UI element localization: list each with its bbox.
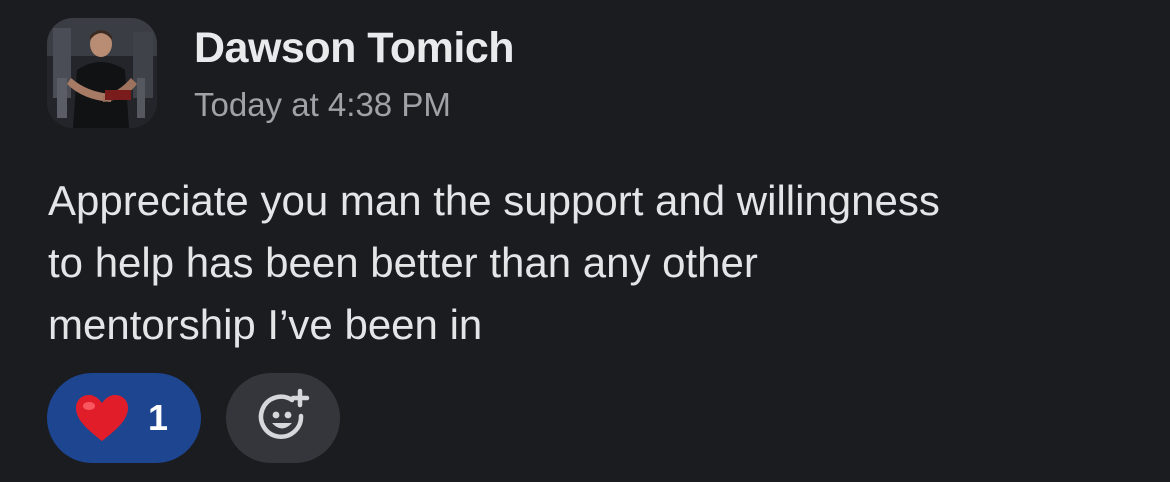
message-body: Appreciate you man the support and willi… [48,170,1148,356]
message-line: mentorship I’ve been in [48,301,483,348]
add-reaction-button[interactable] [226,373,340,463]
reaction-count: 1 [148,397,169,438]
add-emoji-icon [258,388,310,439]
avatar-photo [47,18,157,128]
heart-reaction-button[interactable]: 1 [47,373,201,463]
heart-emoji-icon [76,395,128,441]
avatar[interactable] [47,18,157,128]
author-name[interactable]: Dawson Tomich [194,24,515,73]
message-line: Appreciate you man the support and willi… [48,177,940,224]
message: Dawson Tomich Today at 4:38 PM Appreciat… [0,0,1170,482]
message-line: to help has been better than any other [48,239,758,286]
message-timestamp[interactable]: Today at 4:38 PM [194,86,451,124]
